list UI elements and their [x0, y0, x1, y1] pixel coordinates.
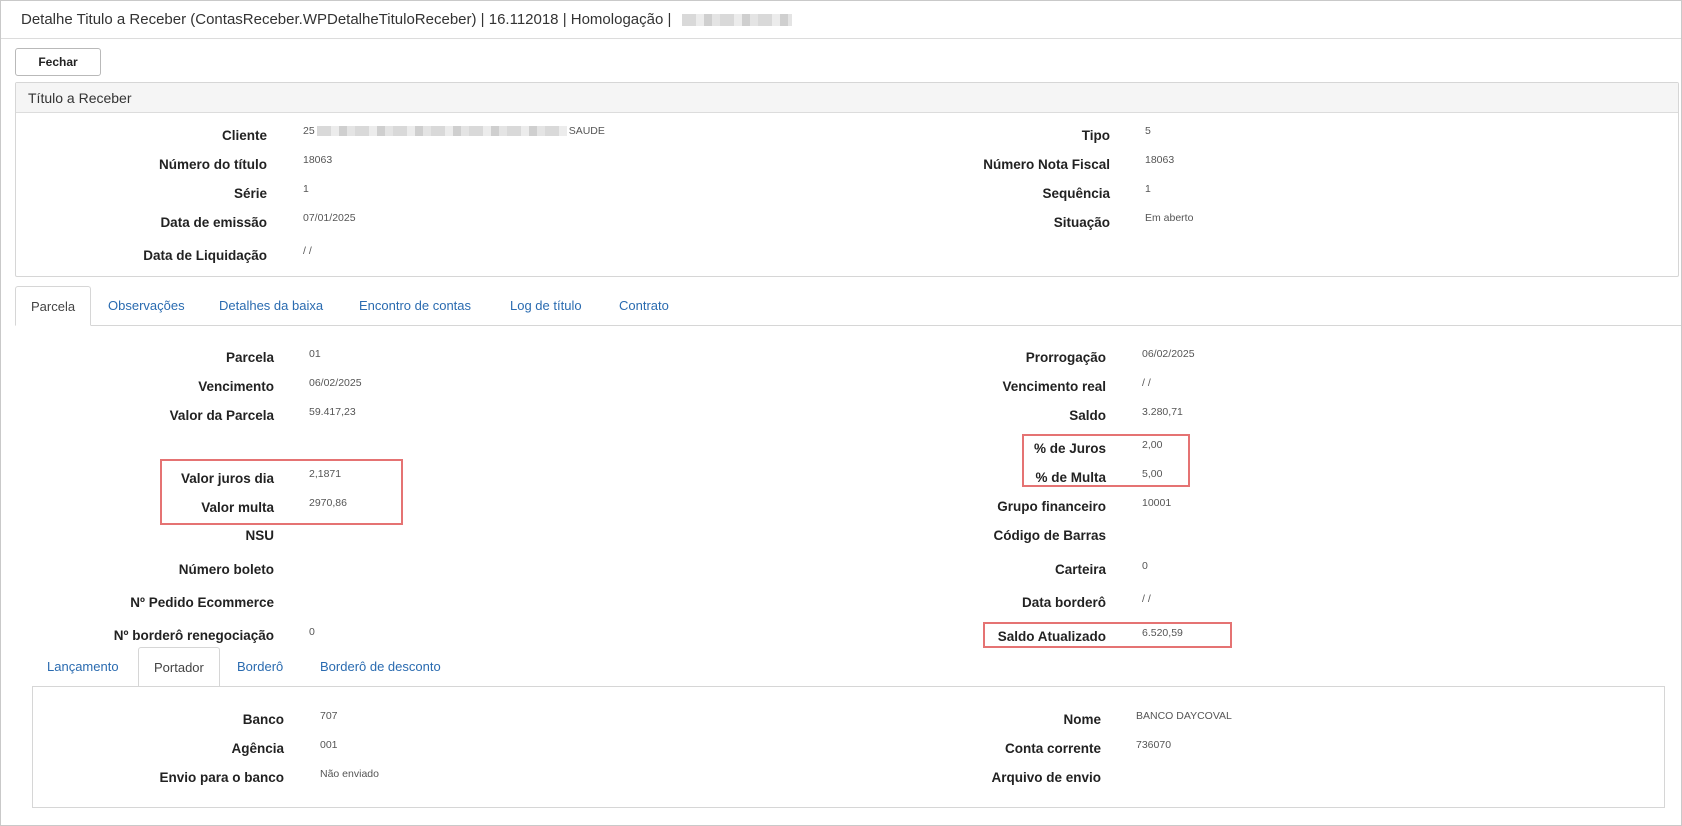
- saldo-value: 3.280,71: [1142, 406, 1183, 418]
- situacao-label: Situação: [1053, 215, 1110, 230]
- valor-parcela-label: Valor da Parcela: [169, 408, 274, 423]
- nome-banco-value: BANCO DAYCOVAL: [1136, 710, 1232, 722]
- tab-parcela[interactable]: Parcela: [15, 286, 92, 326]
- highlight-juros-multa-valores: [160, 459, 403, 525]
- vencimento-real-value: / /: [1142, 377, 1151, 389]
- pct-juros-label: % de Juros: [1033, 441, 1106, 456]
- tab-log-titulo[interactable]: Log de título: [495, 286, 597, 326]
- numero-titulo-value: 18063: [303, 154, 333, 166]
- serie-value: 1: [303, 183, 309, 195]
- bordero-renegociacao-label: Nº borderô renegociação: [113, 628, 274, 643]
- carteira-value: 0: [1142, 560, 1148, 572]
- banco-value: 707: [320, 710, 338, 722]
- agencia-label: Agência: [231, 741, 284, 756]
- subtab-bordero-desconto[interactable]: Borderô de desconto: [305, 647, 456, 687]
- main-tabs: Parcela Observações Detalhes da baixa En…: [15, 286, 1681, 326]
- cliente-label: Cliente: [221, 128, 267, 143]
- arquivo-envio-label: Arquivo de envio: [991, 770, 1101, 785]
- data-bordero-label: Data borderô: [1021, 595, 1106, 610]
- serie-label: Série: [233, 186, 267, 201]
- vencimento-label: Vencimento: [198, 379, 274, 394]
- pct-juros-value: 2,00: [1142, 439, 1163, 451]
- prorrogacao-label: Prorrogação: [1025, 350, 1106, 365]
- nota-fiscal-label: Número Nota Fiscal: [983, 157, 1110, 172]
- tab-encontro-contas[interactable]: Encontro de contas: [344, 286, 486, 326]
- numero-titulo-label: Número do título: [159, 157, 267, 172]
- nsu-label: NSU: [245, 528, 274, 543]
- tab-detalhes-baixa[interactable]: Detalhes da baixa: [204, 286, 338, 326]
- window-title: Detalhe Titulo a Receber (ContasReceber.…: [21, 11, 672, 28]
- subtab-bordero[interactable]: Borderô: [222, 647, 298, 687]
- liquidacao-value: / /: [303, 245, 312, 257]
- banco-label: Banco: [242, 712, 284, 727]
- subtab-lancamento[interactable]: Lançamento: [32, 647, 134, 687]
- grupo-financeiro-value: 10001: [1142, 497, 1172, 509]
- parcela-label: Parcela: [225, 350, 274, 365]
- conta-corrente-value: 736070: [1136, 739, 1172, 751]
- juros-dia-label: Valor juros dia: [180, 471, 274, 486]
- vencimento-real-label: Vencimento real: [1002, 379, 1106, 394]
- close-button[interactable]: Fechar: [15, 48, 101, 76]
- vencimento-value: 06/02/2025: [309, 377, 362, 389]
- pct-multa-label: % de Multa: [1035, 470, 1106, 485]
- data-bordero-value: / /: [1142, 593, 1151, 605]
- bordero-renegociacao-value: 0: [309, 626, 315, 638]
- sequencia-value: 1: [1145, 183, 1151, 195]
- cliente-value: 25 SAUDE: [303, 125, 605, 137]
- prorrogacao-value: 06/02/2025: [1142, 348, 1195, 360]
- valor-multa-label: Valor multa: [201, 500, 274, 515]
- valor-parcela-value: 59.417,23: [309, 406, 356, 418]
- codigo-barras-label: Código de Barras: [993, 528, 1106, 543]
- saldo-atualizado-value: 6.520,59: [1142, 627, 1183, 639]
- envio-banco-label: Envio para o banco: [159, 770, 284, 785]
- pedido-ecommerce-label: Nº Pedido Ecommerce: [130, 595, 274, 610]
- tipo-label: Tipo: [1081, 128, 1110, 143]
- saldo-atualizado-label: Saldo Atualizado: [997, 629, 1106, 644]
- valor-multa-value: 2970,86: [309, 497, 347, 509]
- emissao-label: Data de emissão: [160, 215, 267, 230]
- redacted-environment: [681, 14, 792, 27]
- title-bar: Detalhe Titulo a Receber (ContasReceber.…: [1, 1, 1681, 39]
- grupo-financeiro-label: Grupo financeiro: [997, 499, 1106, 514]
- tipo-value: 5: [1145, 125, 1151, 137]
- panel-title: Título a Receber: [16, 83, 1678, 113]
- situacao-value: Em aberto: [1145, 212, 1194, 224]
- carteira-label: Carteira: [1054, 562, 1106, 577]
- nota-fiscal-value: 18063: [1145, 154, 1175, 166]
- pct-multa-value: 5,00: [1142, 468, 1163, 480]
- subtab-portador[interactable]: Portador: [138, 647, 220, 687]
- numero-boleto-label: Número boleto: [178, 562, 274, 577]
- juros-dia-value: 2,1871: [309, 468, 342, 480]
- conta-corrente-label: Conta corrente: [1004, 741, 1101, 756]
- sequencia-label: Sequência: [1042, 186, 1110, 201]
- tab-observacoes[interactable]: Observações: [93, 286, 200, 326]
- nome-banco-label: Nome: [1063, 712, 1101, 727]
- liquidacao-label: Data de Liquidação: [143, 248, 267, 263]
- redacted-client-name: [316, 126, 567, 137]
- sub-tabs: Lançamento Portador Borderô Borderô de d…: [32, 647, 1665, 687]
- tab-contrato[interactable]: Contrato: [604, 286, 684, 326]
- parcela-value: 01: [309, 348, 321, 360]
- emissao-value: 07/01/2025: [303, 212, 356, 224]
- envio-banco-value: Não enviado: [320, 768, 379, 780]
- saldo-label: Saldo: [1069, 408, 1106, 423]
- agencia-value: 001: [320, 739, 338, 751]
